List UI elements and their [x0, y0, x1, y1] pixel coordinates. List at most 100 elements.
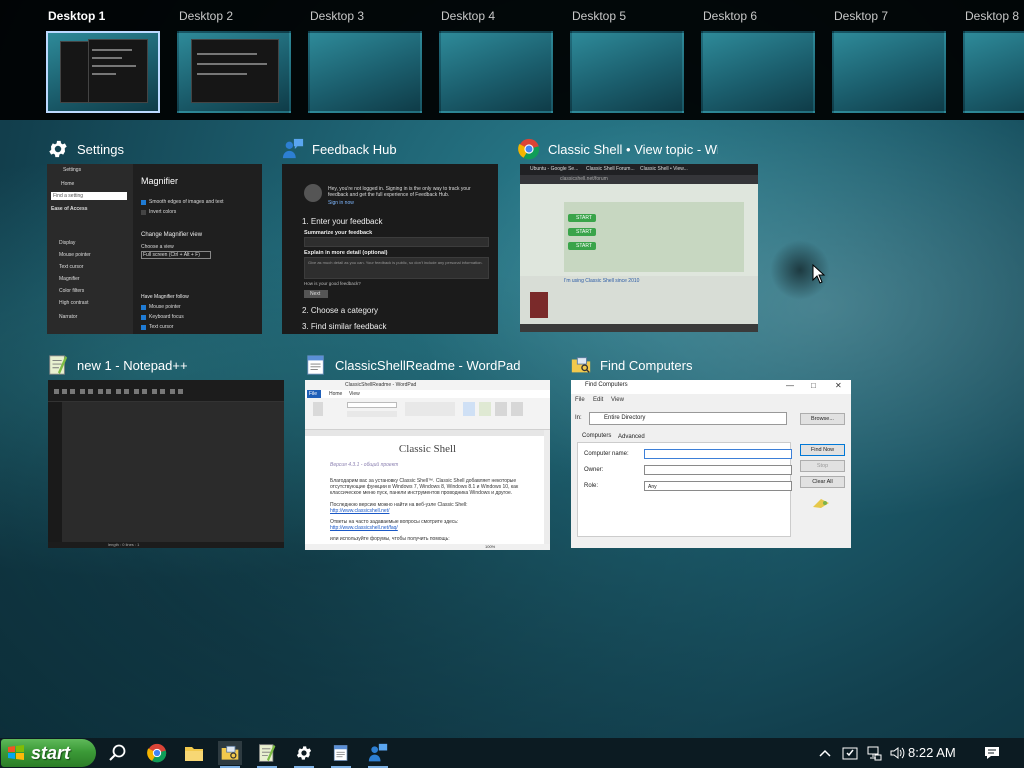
- window-title-text: Find Computers: [600, 357, 693, 373]
- action-center-icon[interactable]: [982, 743, 1002, 763]
- feedback-hub-icon: [282, 138, 304, 160]
- desktop-1[interactable]: Desktop 1: [46, 0, 166, 118]
- desktop-6[interactable]: Desktop 6: [701, 0, 821, 118]
- settings-nav-item: Narrator: [59, 314, 78, 320]
- window-card-wordpad[interactable]: ClassicShellReadme - WordPad ClassicShel…: [305, 352, 551, 550]
- menu-file: File: [575, 397, 585, 403]
- desktop-thumbnail[interactable]: [308, 31, 422, 113]
- windows-flag-icon: [7, 744, 25, 762]
- find-now-button: Find Now: [800, 444, 845, 456]
- owner-label: Owner:: [584, 467, 604, 473]
- window-thumbnail-settings[interactable]: Settings Home Find a setting Ease of Acc…: [47, 164, 262, 334]
- settings-label: Choose a view: [141, 244, 174, 250]
- search-icon[interactable]: [106, 741, 130, 765]
- desktop-5[interactable]: Desktop 5: [570, 0, 690, 118]
- volume-icon[interactable]: [887, 743, 907, 763]
- window-card-settings[interactable]: Settings Settings Home Find a setting Ea…: [47, 136, 262, 334]
- feedback-detail-input[interactable]: Give as much detail as you can. Your fee…: [304, 257, 489, 279]
- desktop-thumbnail[interactable]: [832, 31, 946, 113]
- notepadpp-toolbar: [48, 380, 284, 402]
- notepadpp-gutter: [48, 402, 62, 548]
- chrome-icon[interactable]: [145, 741, 169, 765]
- feedback-next-button[interactable]: Next: [304, 290, 328, 298]
- role-dropdown: Any: [644, 481, 792, 491]
- desktop-4[interactable]: Desktop 4: [439, 0, 559, 118]
- desktop-label: Desktop 8: [965, 9, 1020, 23]
- desktop-label: Desktop 4: [441, 9, 496, 23]
- desktop-3[interactable]: Desktop 3: [308, 0, 428, 118]
- window-title-text: Settings: [77, 141, 124, 157]
- chrome-tab: Classic Shell Forum...: [586, 166, 635, 172]
- start-button[interactable]: start: [1, 739, 96, 767]
- forum-link: I'm using Classic Shell since 2010: [564, 278, 640, 284]
- wordpad-tab: View: [349, 391, 360, 397]
- desktop-2[interactable]: Desktop 2: [177, 0, 297, 118]
- window-thumbnail-wordpad[interactable]: ClassicShellReadme - WordPad File Home V…: [305, 380, 550, 550]
- minimize-icon: —: [786, 381, 794, 390]
- feedback-signin-text: Hey, you're not logged in. Signing in is…: [328, 186, 471, 198]
- window-title-find-computers: Find Computers: [570, 352, 692, 378]
- feedback-step3: 3. Find similar feedback: [302, 322, 387, 331]
- security-icon[interactable]: [840, 743, 860, 763]
- feedback-summary-input[interactable]: [304, 237, 489, 247]
- window-title-text: ClassicShellReadme - WordPad: [335, 357, 521, 373]
- clock[interactable]: 8:22 AM: [908, 745, 956, 760]
- desktop-label: Desktop 2: [179, 9, 234, 23]
- window-thumbnail-notepadpp[interactable]: length : 0 lines : 1: [48, 380, 284, 548]
- feedback-step2: 2. Choose a category: [302, 306, 379, 315]
- mouse-cursor: [812, 263, 826, 284]
- network-icon[interactable]: [864, 743, 884, 763]
- desktop-thumbnail[interactable]: [963, 31, 1024, 113]
- desktop-7[interactable]: Desktop 7: [832, 0, 952, 118]
- chrome-address-bar: classicshell.net/forum: [520, 175, 758, 184]
- settings-nav-item: High contrast: [59, 300, 89, 306]
- find-computers-titlebar: Find Computers — □ ✕: [571, 380, 851, 394]
- chrome-tab: Ubuntu - Google Se...: [530, 166, 579, 172]
- window-card-feedback-hub[interactable]: Feedback Hub Hey, you're not logged in. …: [282, 136, 498, 334]
- window-card-chrome[interactable]: Classic Shell • View topic - Wi... Ubunt…: [518, 136, 760, 334]
- feedback-explain-label: Explain in more detail (optional): [304, 250, 388, 256]
- desktop-thumbnail[interactable]: [177, 31, 291, 113]
- menu-edit: Edit: [593, 397, 604, 403]
- settings-icon[interactable]: [292, 741, 316, 768]
- settings-nav-item: Magnifier: [59, 276, 80, 282]
- close-icon: ✕: [835, 381, 842, 390]
- menu-view: View: [611, 397, 624, 403]
- window-title-text: Feedback Hub: [312, 141, 397, 157]
- role-value: Any: [648, 484, 657, 490]
- wordpad-zoom: 100%: [485, 544, 496, 549]
- settings-option: Smooth edges of images and text: [149, 199, 224, 205]
- feedback-hub-icon[interactable]: [366, 741, 390, 768]
- wordpad-scrollbar: [544, 430, 550, 545]
- feedback-signin-link[interactable]: Sign in now: [328, 200, 354, 206]
- desktop-thumbnail[interactable]: [439, 31, 553, 113]
- settings-header: Settings: [63, 167, 82, 173]
- wordpad-link: http://www.classicshell.net/: [330, 508, 390, 514]
- notepadpp-statusbar: length : 0 lines : 1: [48, 542, 284, 548]
- window-thumbnail-feedback-hub[interactable]: Hey, you're not logged in. Signing in is…: [282, 164, 498, 334]
- window-card-notepadpp[interactable]: new 1 - Notepad++ length : 0 lines : 1: [47, 352, 284, 548]
- desktop-8[interactable]: Desktop 8: [963, 0, 1024, 118]
- desktop-thumbnail[interactable]: [570, 31, 684, 113]
- window-title-chrome: Classic Shell • View topic - Wi...: [518, 136, 718, 162]
- window-thumbnail-find-computers[interactable]: Find Computers — □ ✕ File Edit View In: …: [571, 380, 851, 548]
- clear-all-button: Clear All: [800, 476, 845, 488]
- settings-home: Home: [61, 181, 75, 187]
- window-card-find-computers[interactable]: Find Computers Find Computers — □ ✕ File…: [570, 352, 852, 550]
- find-computers-title: Find Computers: [585, 382, 628, 388]
- notepadpp-icon[interactable]: [255, 741, 279, 768]
- window-thumbnail-chrome[interactable]: Ubuntu - Google Se... Classic Shell Foru…: [520, 164, 758, 332]
- wordpad-icon[interactable]: [329, 741, 353, 768]
- desktop-thumbnail[interactable]: [701, 31, 815, 113]
- file-explorer-icon[interactable]: [182, 741, 206, 765]
- settings-option: Mouse pointer: [149, 304, 181, 310]
- wordpad-titlebar-text: ClassicShellReadme - WordPad: [345, 382, 417, 388]
- settings-search: Find a setting: [53, 193, 84, 199]
- settings-subheading: Have Magnifier follow: [141, 294, 189, 300]
- role-label: Role:: [584, 483, 599, 489]
- desktop-thumbnail[interactable]: [46, 31, 160, 113]
- feedback-good-label: How is your good feedback?: [304, 281, 361, 286]
- window-title-wordpad: ClassicShellReadme - WordPad: [305, 352, 520, 378]
- find-computers-icon[interactable]: [218, 741, 242, 768]
- show-hidden-icons-chevron[interactable]: [815, 743, 835, 763]
